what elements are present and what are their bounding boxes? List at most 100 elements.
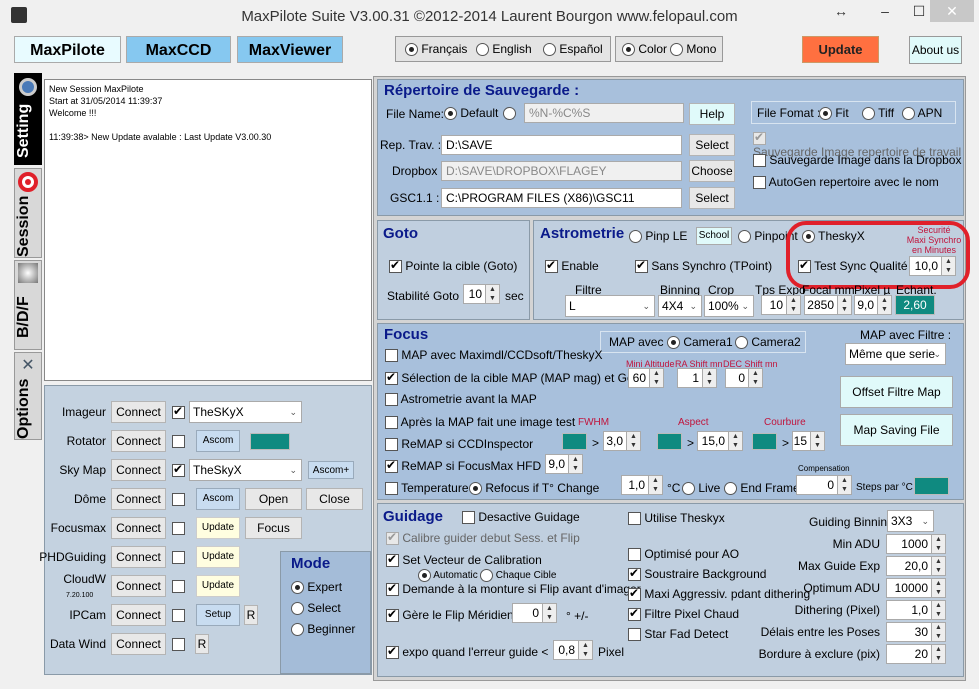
enable-phdguiding-checkbox[interactable] [172,550,185,565]
d-me-open-button[interactable]: Open [245,488,302,510]
about-button[interactable]: About us [909,36,962,64]
rotator-color[interactable] [250,433,290,450]
phdguiding-update-button[interactable]: Update [196,546,240,568]
d-lais-entre-les-poses-spinner[interactable]: 30 ▲ ▼ [886,622,946,642]
tab-maxccd[interactable]: MaxCCD [126,36,231,63]
mode-mono[interactable]: Mono [670,42,716,57]
focal-spinner[interactable]: 2850 ▲ ▼ [804,295,852,315]
file-name-custom-radio[interactable] [503,106,516,121]
connect-sky-map-button[interactable]: Connect [111,459,166,481]
chaque-cible-radio[interactable]: Chaque Cible [480,569,556,582]
imageur-select[interactable]: TheSKyX ⌄ [189,401,302,423]
astrometrie-avant-checkbox[interactable]: Astrometrie avant la MAP [385,392,537,407]
desactive-guidage-checkbox[interactable]: Desactive Guidage [462,510,580,525]
connect-focusmax-button[interactable]: Connect [111,517,166,539]
temperature-checkbox[interactable]: Temperature [385,481,469,496]
focusmax-focus-button[interactable]: Focus [245,517,302,539]
pointe-cible-checkbox[interactable]: Pointe la cible (Goto) [389,258,517,274]
filtre-pixel-checkbox[interactable]: Filtre Pixel Chaud [628,606,739,622]
mode-select[interactable]: Select [291,601,341,616]
aspect-color[interactable] [657,433,682,450]
utilise-theskyx-checkbox[interactable]: Utilise Theskyx [628,511,725,526]
enable-d-me-checkbox[interactable] [172,492,185,507]
side-tab-session[interactable]: Session [14,168,42,258]
sky-map-select[interactable]: TheSkyX ⌄ [189,459,302,481]
connect-data-wind-button[interactable]: Connect [111,633,166,655]
map-saving-file-button[interactable]: Map Saving File [840,414,953,446]
tps-expo-spinner[interactable]: 10 ▲ ▼ [761,295,801,315]
camera2-radio[interactable]: Camera2 [735,335,801,350]
calibre-guider-checkbox[interactable]: Calibre guider debut Sess. et Flip [386,530,580,546]
help-button[interactable]: Help [689,103,735,125]
remap-hfd-checkbox[interactable]: ReMAP si FocusMax HFD > [385,458,552,474]
rotator-ascom-button[interactable]: Ascom [196,430,240,452]
autogen-checkbox[interactable]: AutoGen repertoire avec le nom [753,175,939,190]
connect-cloudw-button[interactable]: Connect [111,575,166,597]
format-tiff[interactable]: Tiff [862,106,894,121]
selection-cible-checkbox[interactable]: Sélection de la cible MAP (MAP mag) et G… [385,370,644,386]
ipcam-setup-button[interactable]: Setup [196,604,240,626]
tab-maxpilote[interactable]: MaxPilote [14,36,121,63]
automatic-radio[interactable]: Automatic [418,569,478,582]
pixel-spinner[interactable]: 9,0 ▲ ▼ [854,295,892,315]
optimise-ao-checkbox[interactable]: Optimisé pour AO [628,547,739,562]
enable-cloudw-checkbox[interactable] [172,579,185,594]
language-espanol[interactable]: Español [543,42,603,57]
mini-alt-spinner[interactable]: 60 ▲ ▼ [628,368,664,388]
dropbox-input[interactable]: D:\SAVE\DROPBOX\FLAGEY [441,161,682,181]
flip-spinner[interactable]: 0 ▲ ▼ [512,603,557,623]
language-english[interactable]: English [476,42,532,57]
refocus-radio[interactable]: Refocus if T° Change [469,481,599,496]
mode-beginner[interactable]: Beginner [291,622,355,637]
astro-enable-checkbox[interactable]: Enable [545,258,599,274]
file-name-default-radio[interactable]: Default [444,106,498,121]
enable-ipcam-checkbox[interactable] [172,608,185,623]
gere-flip-checkbox[interactable]: Gère le Flip Méridien [386,607,514,623]
ra-shift-spinner[interactable]: 1 ▲ ▼ [677,368,717,388]
enable-focusmax-checkbox[interactable] [172,521,185,536]
enable-imageur-checkbox[interactable] [172,404,185,420]
enable-sky-map-checkbox[interactable] [172,462,185,478]
connect-phdguiding-button[interactable]: Connect [111,546,166,568]
soustraire-bg-checkbox[interactable]: Soustraire Background [628,566,766,582]
dropbox-choose-button[interactable]: Choose [689,160,735,182]
connect-imageur-button[interactable]: Connect [111,401,166,423]
fwhm-spinner[interactable]: 3,0 ▲ ▼ [603,431,641,451]
apres-map-checkbox[interactable]: Après la MAP fait une image test [385,415,575,430]
maxi-aggressiv-checkbox[interactable]: Maxi Aggressiv. pdant dithering [628,586,810,602]
rep-trav-input[interactable]: D:\SAVE [441,135,682,155]
dithering-pixel-spinner[interactable]: 1,0 ▲ ▼ [886,600,946,620]
resize-icon[interactable]: ↔ [826,0,856,22]
expo-erreur-spinner[interactable]: 0,8 ▲ ▼ [553,640,593,660]
crop-select[interactable]: 100% ⌄ [704,295,754,317]
data-wind-r-button[interactable]: R [195,634,209,654]
map-filtre-select[interactable]: Même que serie ⌄ [845,343,946,365]
save-dropbox-checkbox[interactable]: Sauvegarde Image dans la Dropbox [753,153,961,168]
connect-ipcam-button[interactable]: Connect [111,604,166,626]
aspect-spinner[interactable]: 15,0 ▲ ▼ [697,431,743,451]
log-panel[interactable]: New Session MaxPilote Start at 31/05/201… [44,79,372,381]
minimize-button[interactable]: – [870,0,900,22]
language-francais[interactable]: Français [405,42,467,57]
format-apn[interactable]: APN [902,106,942,121]
bordure-exclure-pix-spinner[interactable]: 20 ▲ ▼ [886,644,946,664]
gsc-select-button[interactable]: Select [689,187,735,209]
sans-synchro-checkbox[interactable]: Sans Synchro (TPoint) [635,258,772,274]
format-fit[interactable]: Fit [819,106,849,121]
ipcam-r-button[interactable]: R [244,605,258,625]
demande-flip-checkbox[interactable]: Demande à la monture si Flip avant d'ima… [386,581,641,597]
connect-d-me-button[interactable]: Connect [111,488,166,510]
connect-rotator-button[interactable]: Connect [111,430,166,452]
min-adu-spinner[interactable]: 1000 ▲ ▼ [886,534,946,554]
d-me-close-button[interactable]: Close [306,488,363,510]
enable-rotator-checkbox[interactable] [172,434,185,449]
tab-maxviewer[interactable]: MaxViewer [237,36,343,63]
pinple-radio[interactable]: Pinp LE [629,229,687,244]
expo-erreur-checkbox[interactable]: expo quand l'erreur guide < [386,644,548,660]
courbure-color[interactable] [752,433,777,450]
mode-color[interactable]: Color [622,42,667,57]
side-tab-bdf[interactable]: B/D/F [14,260,42,350]
binning-select[interactable]: 4X4 ⌄ [658,295,702,317]
filtre-select[interactable]: L ⌄ [565,295,655,317]
side-tab-options[interactable]: ✕ Options [14,352,42,440]
